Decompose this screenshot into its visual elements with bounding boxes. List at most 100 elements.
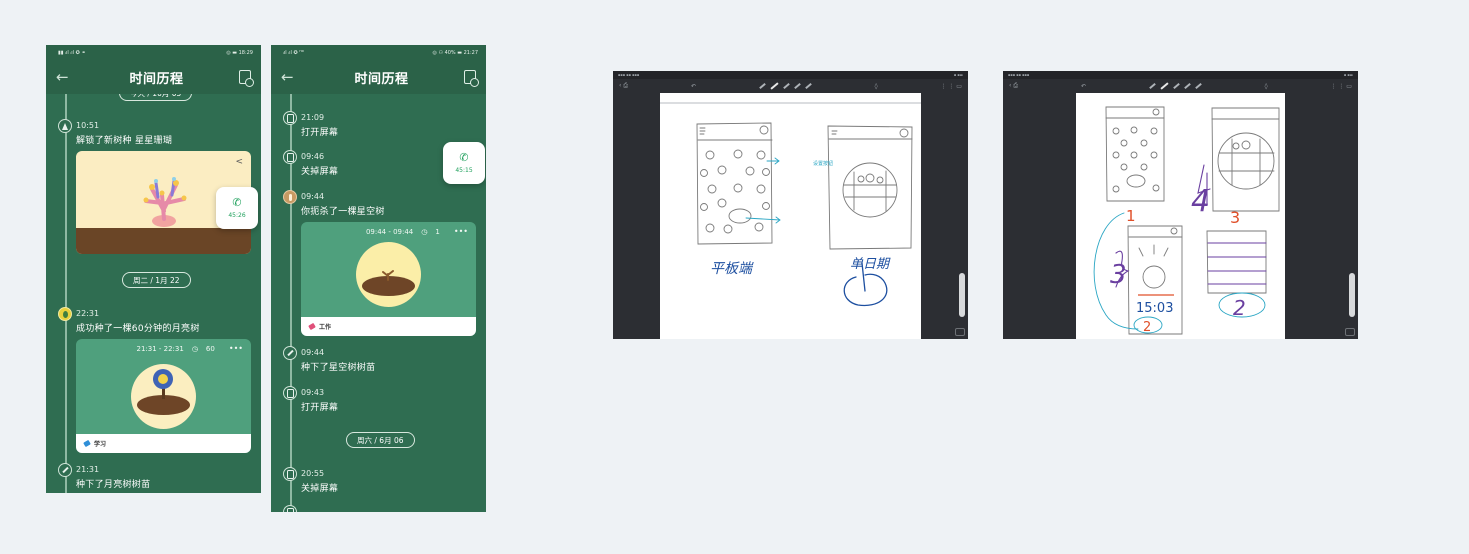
sketch-canvas[interactable]: 1 2 3 4 3 2 15:03: [1076, 93, 1285, 339]
note-left: 平板端: [710, 261, 754, 277]
phone-screenshot-1: ▮▮ ᵢıl ᵢıl ✪ ⚭◎ ▬ 18:29 ← 时间历程 今天 / 10月 …: [46, 45, 261, 493]
mic-icon[interactable]: ◊: [875, 83, 878, 90]
sketch-timer: 15:03: [1136, 301, 1173, 316]
phone-call-icon: ✆: [232, 196, 242, 209]
clock-document-icon[interactable]: [463, 70, 479, 87]
page-title: 时间历程: [354, 71, 409, 87]
pen-tools[interactable]: [759, 82, 812, 90]
app-bar: ← 时间历程: [46, 60, 261, 94]
undo-icon[interactable]: ↶: [1081, 83, 1086, 90]
sketch-number-1: 1: [1126, 207, 1136, 225]
entry-desc: 关掉屏幕: [301, 167, 339, 177]
timeline-entry: 21:31 种下了月亮树树苗: [58, 463, 151, 490]
back-arrow-icon[interactable]: ←: [56, 68, 74, 86]
screen-phone-icon: [283, 505, 297, 512]
pencil-icon[interactable]: [770, 82, 779, 90]
timeline-entry: 10:51 解锁了新树种 星星珊瑚: [58, 119, 173, 146]
app-bar: ← 时间历程: [271, 60, 486, 94]
timeline-entry: 09:46 关掉屏幕: [283, 150, 339, 177]
more-icons[interactable]: ⋮ ⋮ ▭: [1330, 83, 1351, 90]
timeline-entry: 22:31 成功种了一棵60分钟的月亮树: [58, 307, 200, 334]
undo-icon[interactable]: ↶: [691, 83, 696, 90]
scroll-handle[interactable]: [1349, 273, 1355, 317]
clock-document-icon[interactable]: [238, 70, 254, 87]
entry-time: 09:46: [301, 152, 325, 161]
screen-phone-icon: [283, 111, 297, 125]
entry-time: 09:44: [301, 348, 325, 357]
entry-desc: 打开屏幕: [301, 403, 339, 413]
entry-time: 09:43: [301, 388, 325, 397]
timeline-feed[interactable]: 21:09 打开屏幕 09:46 关掉屏幕 ✆ 45:15 09:44 你扼杀了…: [271, 94, 486, 512]
tablet-status-bar: ▪▪▪ ▪▪ ▪▪▪ ▪ ▪▬: [613, 71, 968, 79]
back-arrow-icon[interactable]: ←: [281, 68, 299, 86]
focus-session-card[interactable]: 09:44 - 09:44 ◷ 1 ••• 工作: [301, 222, 476, 336]
page-button[interactable]: [955, 328, 965, 336]
entry-time: 21:31: [76, 465, 100, 474]
pencil-icon[interactable]: [1160, 82, 1169, 90]
sketch-number-3b: 3: [1230, 208, 1240, 227]
date-pill: 周六 / 6月 06: [346, 432, 415, 448]
tag-label: 学习: [94, 441, 107, 448]
entry-time: 10:51: [76, 121, 100, 130]
annotation-settings: 设置按钮: [813, 160, 833, 167]
mic-icon[interactable]: ◊: [1265, 83, 1268, 90]
screen-phone-icon: [283, 150, 297, 164]
floating-call-widget[interactable]: ✆ 45:15: [443, 142, 485, 184]
marker-icon[interactable]: [783, 82, 790, 90]
phone-call-icon: ✆: [459, 151, 469, 164]
notes-toolbar: ‹ ⎙ ↶ ◊ ⋮ ⋮ ▭: [1003, 79, 1358, 93]
entry-time: 22:31: [76, 309, 100, 318]
withered-tree-icon: [283, 190, 297, 204]
marker-icon[interactable]: [1173, 82, 1180, 90]
status-bar: ᵢıl ᵢıl ✪ ᴴᴰ ◎ ⚇ 40% ▬ 21:27: [271, 45, 486, 60]
entry-desc: 关掉屏幕: [301, 484, 339, 494]
back-arrow-icon[interactable]: ‹ ⎙: [1009, 82, 1018, 90]
tablet-status-bar: ▪▪▪ ▪▪ ▪▪▪ ▪ ▪▬: [1003, 71, 1358, 79]
sprout-icon: [283, 346, 297, 360]
entry-time: 21:09: [301, 113, 325, 122]
call-duration: 45:15: [455, 167, 473, 174]
back-arrow-icon[interactable]: ‹ ⎙: [619, 82, 628, 90]
more-icons[interactable]: ⋮ ⋮ ▭: [940, 83, 961, 90]
sketch-number-2b: 2: [1233, 296, 1246, 320]
focus-session-card[interactable]: 21:31 - 22:31 ◷ 60 ••• 学习: [76, 339, 251, 453]
tag-icon: [308, 322, 316, 331]
call-duration: 45:26: [228, 212, 246, 219]
floating-call-widget[interactable]: ✆ 45:26: [216, 187, 258, 229]
sketch-canvas[interactable]: 设置按钮 平板端 单日期: [660, 93, 921, 339]
date-pill: 周二 / 1月 22: [122, 272, 191, 288]
card-footer: 工作: [301, 317, 476, 336]
entry-time: 20:55: [301, 469, 325, 478]
entry-desc: 成功种了一棵60分钟的月亮树: [76, 324, 200, 334]
timeline-entry: 20:55 关掉屏幕: [283, 467, 339, 494]
hand-drawn-wireframes: 设置按钮 平板端 单日期: [660, 102, 921, 307]
tag-icon: [83, 439, 91, 448]
tree-icon: [58, 119, 72, 133]
page-button[interactable]: [1345, 328, 1355, 336]
lasso-icon[interactable]: [805, 82, 812, 90]
timeline-entry: 21:09 打开屏幕: [283, 111, 338, 138]
pen-tools[interactable]: [1149, 82, 1202, 90]
entry-desc: 解锁了新树种 星星珊瑚: [76, 136, 173, 146]
timeline-entry: 09:44 种下了星空树树苗: [283, 346, 376, 373]
sketch-number-2: 2: [1143, 320, 1151, 335]
timeline-entry: 09:43 打开屏幕: [283, 386, 339, 413]
entry-desc: 种下了星空树树苗: [301, 363, 376, 373]
tablet-sketch-1: ▪▪▪ ▪▪ ▪▪▪ ▪ ▪▬ ‹ ⎙ ↶ ◊ ⋮ ⋮ ▭ 设置按钮 平板端 单…: [613, 71, 968, 339]
screen-phone-icon: [283, 386, 297, 400]
timeline-entry: 09:44 你扼杀了一棵星空树: [283, 190, 385, 217]
pen-icon[interactable]: [759, 82, 766, 90]
status-bar: ▮▮ ᵢıl ᵢıl ✪ ⚭ ◎ ▬ 18:29: [46, 45, 261, 60]
entry-desc: 种下了月亮树树苗: [76, 480, 151, 490]
tablet-sketch-2: ▪▪▪ ▪▪ ▪▪▪ ▪ ▪▬ ‹ ⎙ ↶ ◊ ⋮ ⋮ ▭ 1 2 3 4 3 …: [1003, 71, 1358, 339]
timeline-feed[interactable]: 今天 / 10月 05 10:51 解锁了新树种 星星珊瑚 < ✆ 45:26 …: [46, 85, 261, 493]
entry-time: 09:44: [301, 192, 325, 201]
lasso-icon[interactable]: [1195, 82, 1202, 90]
phone-screenshot-2: ᵢıl ᵢıl ✪ ᴴᴰ ◎ ⚇ 40% ▬ 21:27 ← 时间历程 21:09…: [271, 45, 486, 512]
scroll-handle[interactable]: [959, 273, 965, 317]
moon-tree-icon: [58, 307, 72, 321]
note-right: 单日期: [850, 257, 891, 272]
eraser-icon[interactable]: [1184, 82, 1191, 90]
eraser-icon[interactable]: [794, 82, 801, 90]
pen-icon[interactable]: [1149, 82, 1156, 90]
